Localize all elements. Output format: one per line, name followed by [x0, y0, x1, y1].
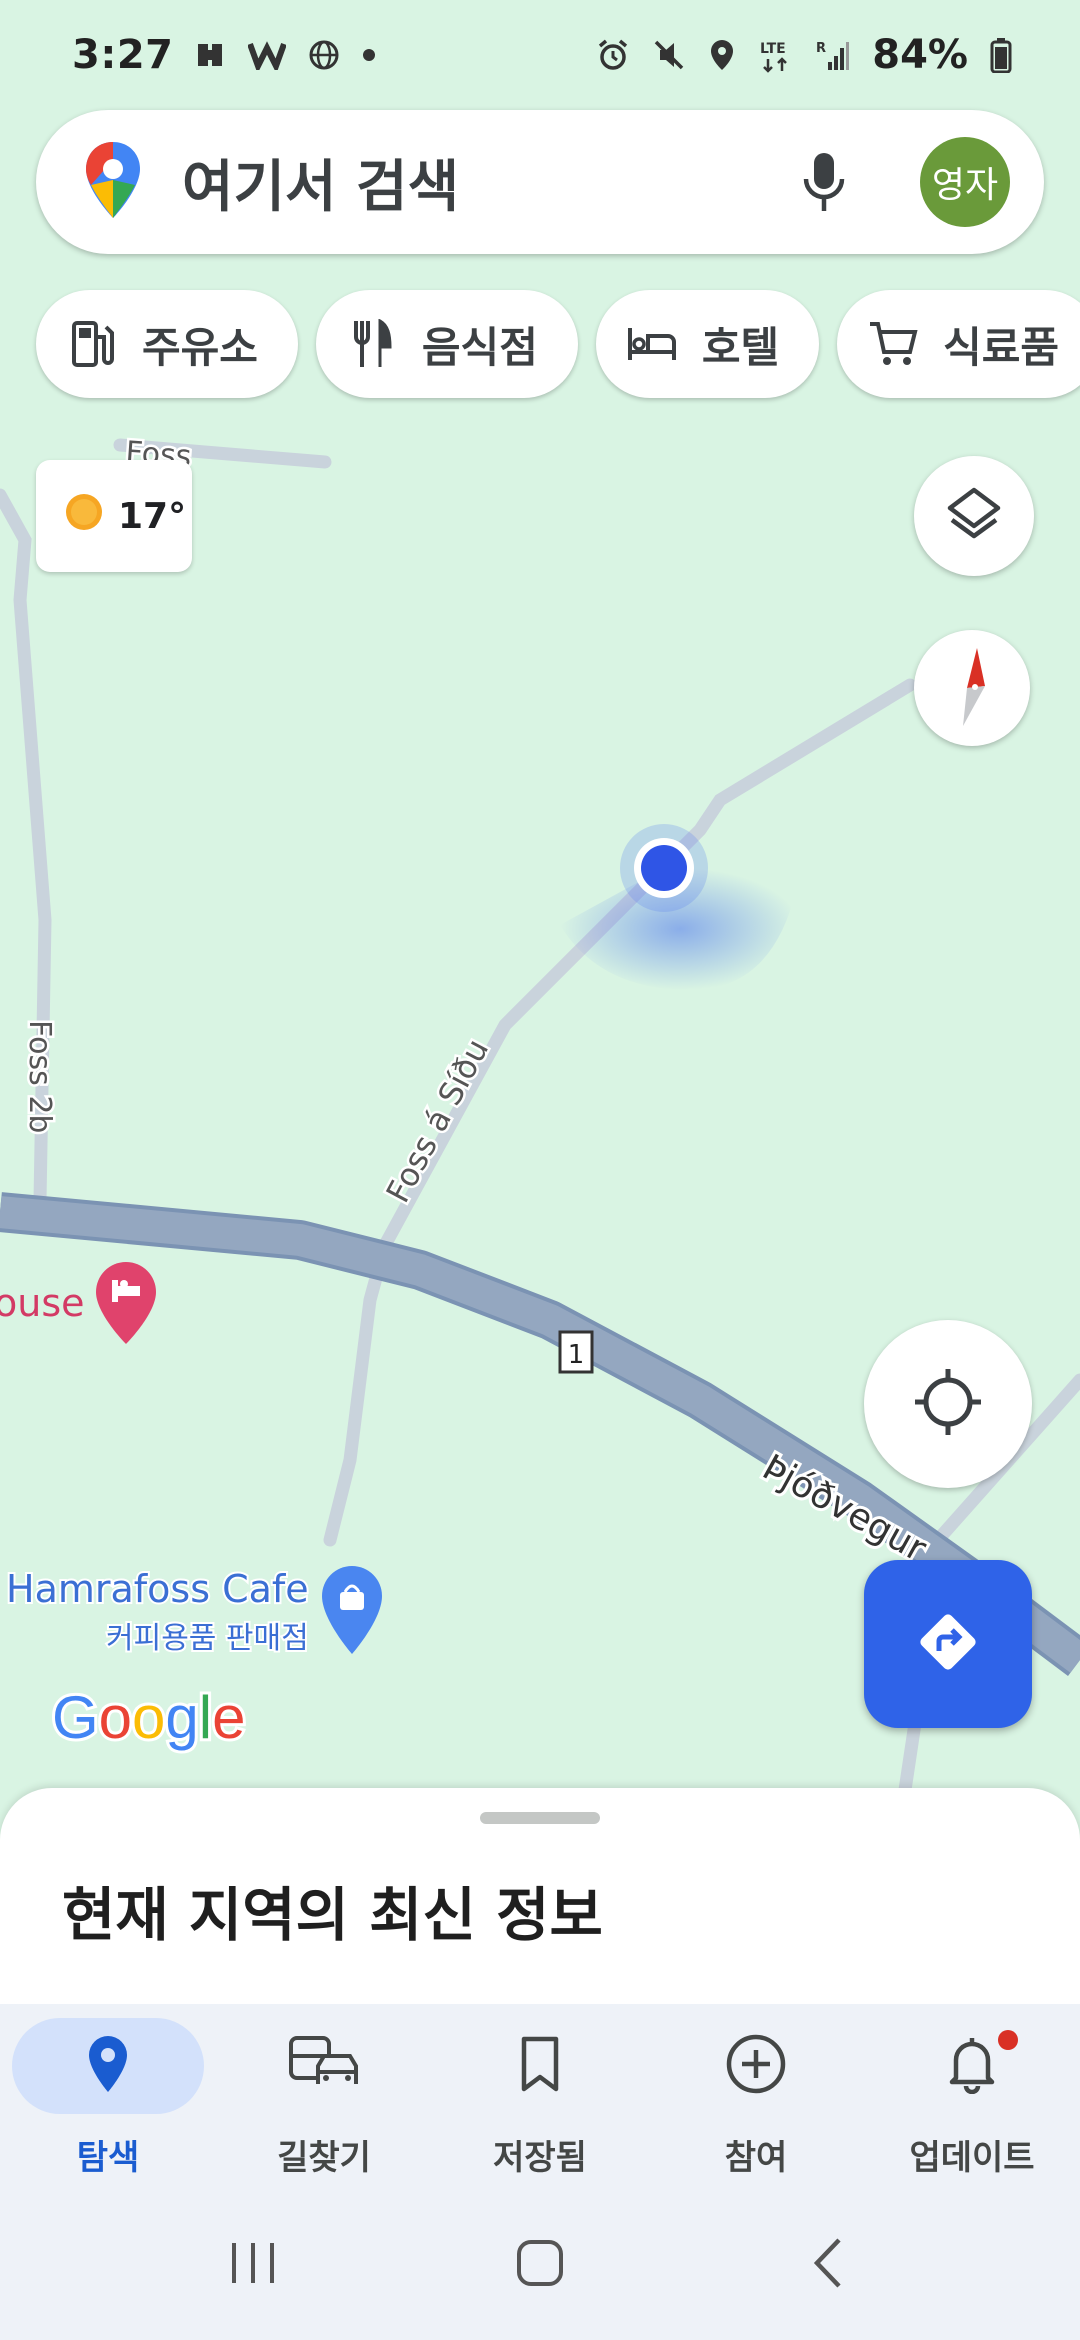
- directions-icon: [913, 1607, 983, 1681]
- nav-indicator: [12, 2018, 204, 2114]
- chip-label: 주유소: [142, 322, 258, 372]
- chip-label: 음식점: [421, 322, 538, 372]
- explore-pin-icon: [86, 2034, 130, 2098]
- sheet-title: 현재 지역의 최신 정보: [62, 1881, 603, 1949]
- bookmark-icon: [518, 2035, 562, 2097]
- google-logo: Google: [49, 1681, 249, 1754]
- teams-icon: [196, 40, 226, 70]
- chip-grocery[interactable]: 식료품: [837, 290, 1080, 398]
- hotel-icon: [626, 318, 678, 370]
- globe-icon: [308, 39, 340, 71]
- sun-icon: [62, 490, 106, 543]
- bottom-nav: 탐색 길찾기 저장됨 참여 업데이트: [0, 2004, 1080, 2190]
- my-location-dot: [620, 824, 708, 912]
- nav-updates[interactable]: 업데이트: [864, 2004, 1080, 2190]
- cart-icon: [867, 318, 919, 370]
- recent-apps-button[interactable]: [193, 2220, 313, 2310]
- svg-text:Google: Google: [52, 1684, 246, 1751]
- svg-text:R: R: [816, 41, 826, 56]
- label-cafe-sub: 커피용품 판매점: [106, 1621, 309, 1656]
- commute-icon: [288, 2034, 360, 2098]
- chip-gas-station[interactable]: 주유소: [36, 290, 298, 398]
- bell-icon: [946, 2034, 998, 2098]
- location-icon: [708, 38, 736, 72]
- recents-icon: [228, 2239, 278, 2291]
- avatar[interactable]: 영자: [920, 137, 1010, 227]
- signal-icon: R: [816, 38, 850, 72]
- search-bar[interactable]: 여기서 검색 영자: [36, 110, 1044, 254]
- weather-temp: 17°: [118, 495, 187, 537]
- status-left: 3:27: [72, 32, 376, 78]
- nav-label: 참여: [724, 2138, 788, 2178]
- battery-icon: [990, 37, 1012, 73]
- notification-badge: [998, 2030, 1018, 2050]
- nav-indicator: [444, 2018, 636, 2114]
- nav-label: 저장됨: [493, 2138, 587, 2178]
- nav-contribute[interactable]: 참여: [648, 2004, 864, 2190]
- compass-icon: [947, 644, 997, 732]
- chip-label: 식료품: [943, 322, 1060, 372]
- status-bar: 3:27 LTE R 84%: [0, 0, 1080, 110]
- gas-station-icon: [66, 318, 118, 370]
- route-shield: 1: [558, 1330, 594, 1374]
- compass-button[interactable]: [914, 630, 1030, 746]
- lte-icon: LTE: [758, 37, 794, 73]
- status-time: 3:27: [72, 32, 174, 78]
- route-shield-number: 1: [568, 1340, 585, 1370]
- w-app-icon: [247, 40, 286, 70]
- dot-icon: [362, 48, 376, 62]
- my-location-button[interactable]: [864, 1320, 1032, 1488]
- system-nav-bar: [0, 2190, 1080, 2340]
- nav-indicator: [228, 2018, 420, 2114]
- category-chips: 주유소 음식점 호텔 식료품: [36, 290, 1080, 400]
- chip-restaurant[interactable]: 음식점: [315, 290, 578, 398]
- home-icon: [515, 2238, 565, 2292]
- back-chevron-icon: [809, 2236, 845, 2294]
- crosshair-icon: [913, 1367, 983, 1441]
- label-foss-2b: Foss 2b: [22, 1020, 57, 1133]
- nav-commute[interactable]: 길찾기: [216, 2004, 432, 2190]
- nav-saved[interactable]: 저장됨: [432, 2004, 648, 2190]
- nav-explore[interactable]: 탐색: [0, 2004, 216, 2190]
- sheet-drag-handle[interactable]: [480, 1812, 600, 1824]
- nav-indicator: [660, 2018, 852, 2114]
- restaurant-icon: [346, 318, 398, 370]
- layers-button[interactable]: [914, 456, 1034, 576]
- svg-text:LTE: LTE: [760, 41, 786, 57]
- battery-percent: 84%: [872, 32, 968, 78]
- label-cafe-name: Hamrafoss Cafe: [6, 1567, 309, 1611]
- status-right: LTE R 84%: [596, 32, 1012, 78]
- directions-button[interactable]: [864, 1560, 1032, 1728]
- label-house: ouse: [0, 1281, 85, 1325]
- chip-hotel[interactable]: 호텔: [595, 290, 820, 398]
- nav-label: 길찾기: [277, 2138, 371, 2178]
- mute-icon: [652, 38, 686, 72]
- nav-label: 업데이트: [909, 2138, 1035, 2178]
- layers-icon: [944, 484, 1004, 548]
- alarm-icon: [596, 38, 630, 72]
- nav-label: 탐색: [76, 2138, 140, 2178]
- bottom-sheet[interactable]: 현재 지역의 최신 정보: [0, 1788, 1080, 2008]
- add-circle-icon: [725, 2033, 787, 2099]
- home-button[interactable]: [480, 2220, 600, 2310]
- nav-indicator: [876, 2018, 1068, 2114]
- google-maps-pin-icon: [82, 140, 144, 224]
- map-canvas[interactable]: 1 Foss Foss 2b Foss á Síðu Þjóðvegur ous…: [0, 0, 1080, 1800]
- mic-icon[interactable]: [784, 142, 864, 222]
- back-button[interactable]: [767, 2220, 887, 2310]
- search-input[interactable]: 여기서 검색: [182, 142, 784, 223]
- weather-widget[interactable]: 17°: [36, 460, 192, 572]
- chip-label: 호텔: [701, 322, 780, 372]
